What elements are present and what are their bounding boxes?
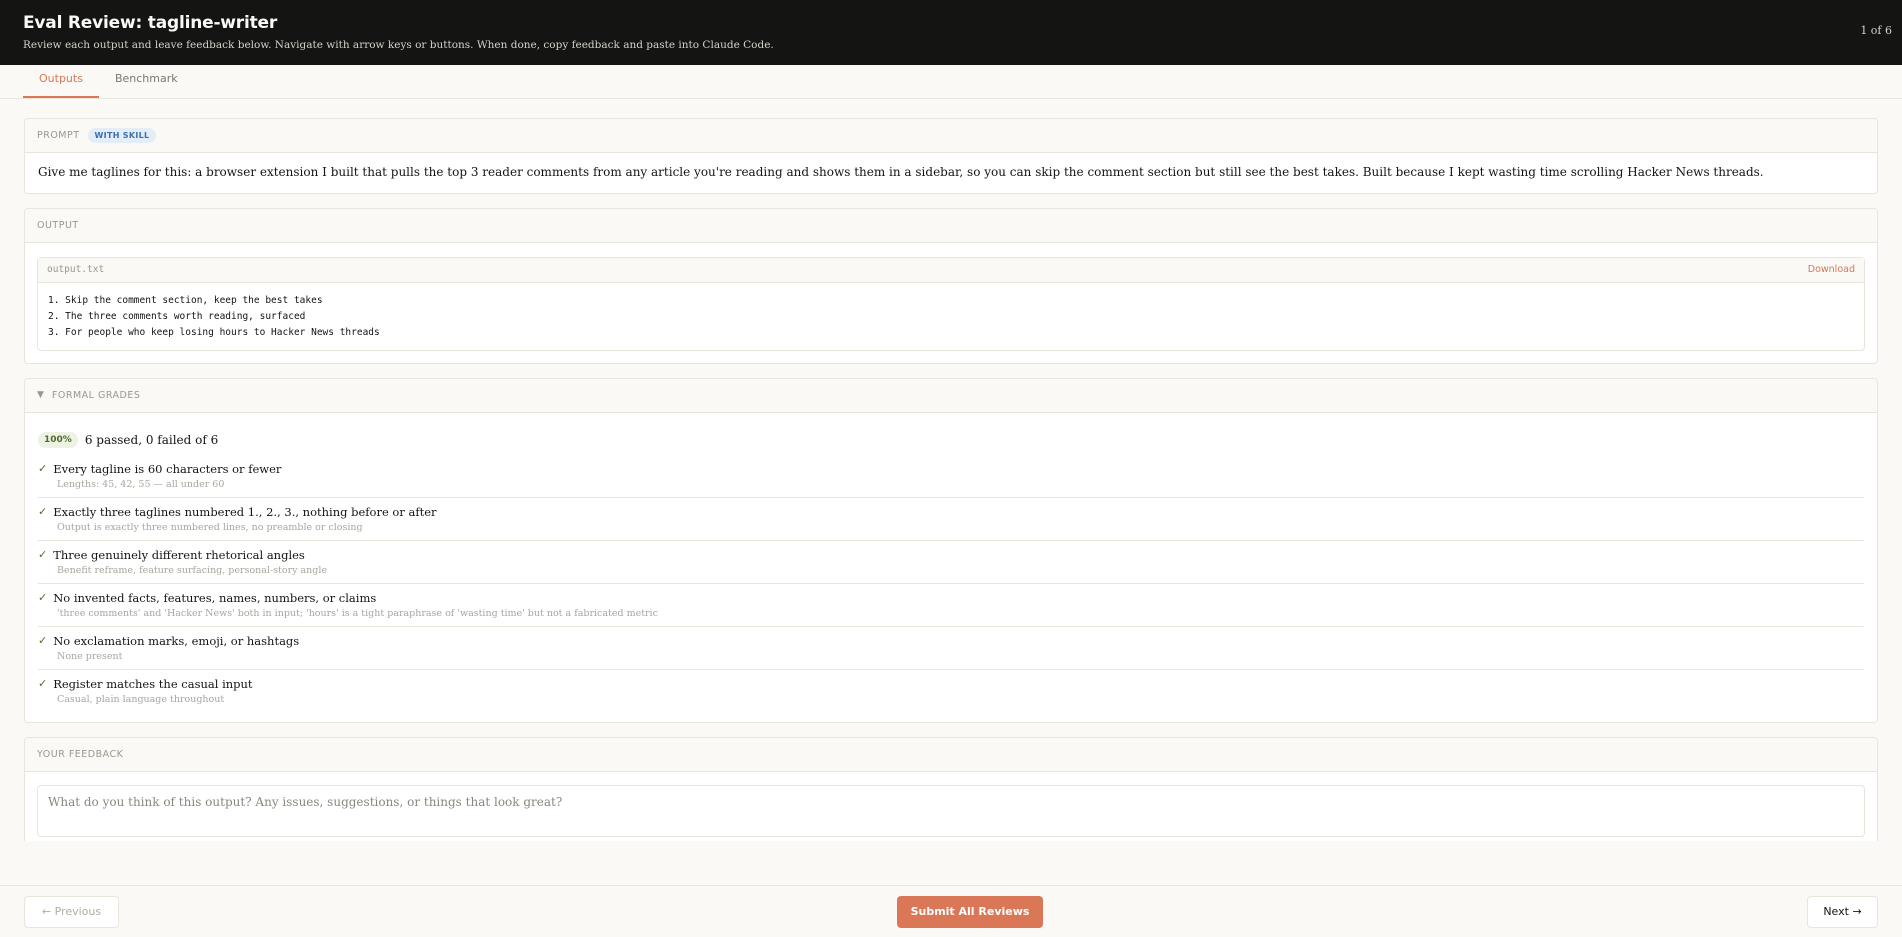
tab-benchmark[interactable]: Benchmark: [99, 72, 194, 98]
formal-grades-section: ▼ FORMAL GRADES 100% 6 passed, 0 failed …: [24, 377, 1878, 723]
grade-row: ✓ Three genuinely different rhetorical an…: [38, 545, 1864, 584]
next-button[interactable]: Next →: [1807, 895, 1878, 928]
grade-title: No invented facts, features, names, numb…: [53, 590, 377, 605]
prompt-text: Give me taglines for this: a browser ext…: [38, 165, 1764, 179]
grade-row: ✓ Every tagline is 60 characters or fewer…: [38, 459, 1864, 498]
formal-grades-label: FORMAL GRADES: [51, 389, 141, 401]
grade-row: ✓ Register matches the casual input Casual…: [38, 674, 1864, 712]
page-title: Eval Review: tagline-writer: [23, 13, 278, 33]
grade-evidence: Output is exactly three numbered lines, …: [57, 521, 363, 533]
grade-evidence: 'three comments' and 'Hacker News' both …: [57, 607, 658, 619]
collapse-caret-icon: ▼: [37, 390, 44, 401]
grade-evidence: Lengths: 45, 42, 55 — all under 60: [57, 478, 225, 490]
check-icon: ✓: [38, 548, 48, 562]
grade-list: ✓ Every tagline is 60 characters or fewer…: [38, 459, 1864, 712]
check-icon: ✓: [38, 505, 48, 519]
grade-evidence: None present: [57, 650, 123, 662]
output-section-header: OUTPUT: [25, 208, 1877, 243]
prompt-section-header: PROMPT WITH SKILL: [25, 119, 1877, 153]
grade-row: ✓ Exactly three taglines numbered 1., 2.,…: [38, 502, 1864, 541]
grades-summary: 100% 6 passed, 0 failed of 6: [38, 431, 1864, 448]
check-icon: ✓: [38, 677, 48, 691]
main-content: PROMPT WITH SKILL Give me taglines for t…: [0, 99, 1902, 841]
app-header: Eval Review: tagline-writer Review each …: [0, 0, 1902, 65]
download-link[interactable]: Download: [1808, 264, 1855, 275]
check-icon: ✓: [38, 591, 48, 605]
grade-title: Exactly three taglines numbered 1., 2., …: [53, 504, 437, 519]
prompt-label: PROMPT: [37, 130, 80, 141]
grade-title: Register matches the casual input: [53, 676, 253, 691]
grade-title: No exclamation marks, emoji, or hashtags: [53, 633, 300, 648]
grade-evidence: Benefit reframe, feature surfacing, pers…: [57, 564, 328, 576]
feedback-textarea[interactable]: [37, 784, 1865, 837]
file-content: 1. Skip the comment section, keep the be…: [48, 294, 380, 338]
output-section: OUTPUT output.txt Download 1. Skip the c…: [24, 207, 1878, 364]
formal-grades-toggle[interactable]: ▼ FORMAL GRADES: [25, 378, 1877, 413]
grade-evidence: Casual, plain language throughout: [57, 693, 225, 705]
file-name: output.txt: [47, 264, 105, 276]
footer-nav: ← Previous Submit All Reviews Next →: [0, 885, 1902, 937]
review-counter: 1 of 6: [1860, 24, 1892, 37]
feedback-section: YOUR FEEDBACK: [24, 736, 1878, 841]
grade-row: ✓ No exclamation marks, emoji, or hashtag…: [38, 631, 1864, 670]
grades-summary-text: 6 passed, 0 failed of 6: [84, 432, 219, 447]
tab-bar: Outputs Benchmark: [0, 65, 1902, 99]
file-header: output.txt Download: [38, 257, 1864, 283]
previous-button[interactable]: ← Previous: [24, 895, 119, 928]
grade-title: Three genuinely different rhetorical ang…: [53, 547, 305, 562]
feedback-section-header: YOUR FEEDBACK: [25, 737, 1877, 772]
grade-row: ✓ No invented facts, features, names, num…: [38, 588, 1864, 627]
feedback-label: YOUR FEEDBACK: [37, 748, 124, 760]
check-icon: ✓: [38, 462, 48, 476]
output-label: OUTPUT: [37, 219, 79, 231]
pass-rate-badge: 100%: [38, 431, 78, 448]
tab-outputs[interactable]: Outputs: [23, 72, 99, 98]
grade-title: Every tagline is 60 characters or fewer: [53, 461, 282, 476]
output-file-viewer: output.txt Download 1. Skip the comment …: [37, 256, 1865, 351]
page-subtitle: Review each output and leave feedback be…: [23, 39, 774, 51]
with-skill-badge: WITH SKILL: [87, 128, 157, 143]
submit-all-reviews-button[interactable]: Submit All Reviews: [897, 895, 1043, 928]
prompt-section: PROMPT WITH SKILL Give me taglines for t…: [24, 118, 1878, 194]
check-icon: ✓: [38, 634, 48, 648]
